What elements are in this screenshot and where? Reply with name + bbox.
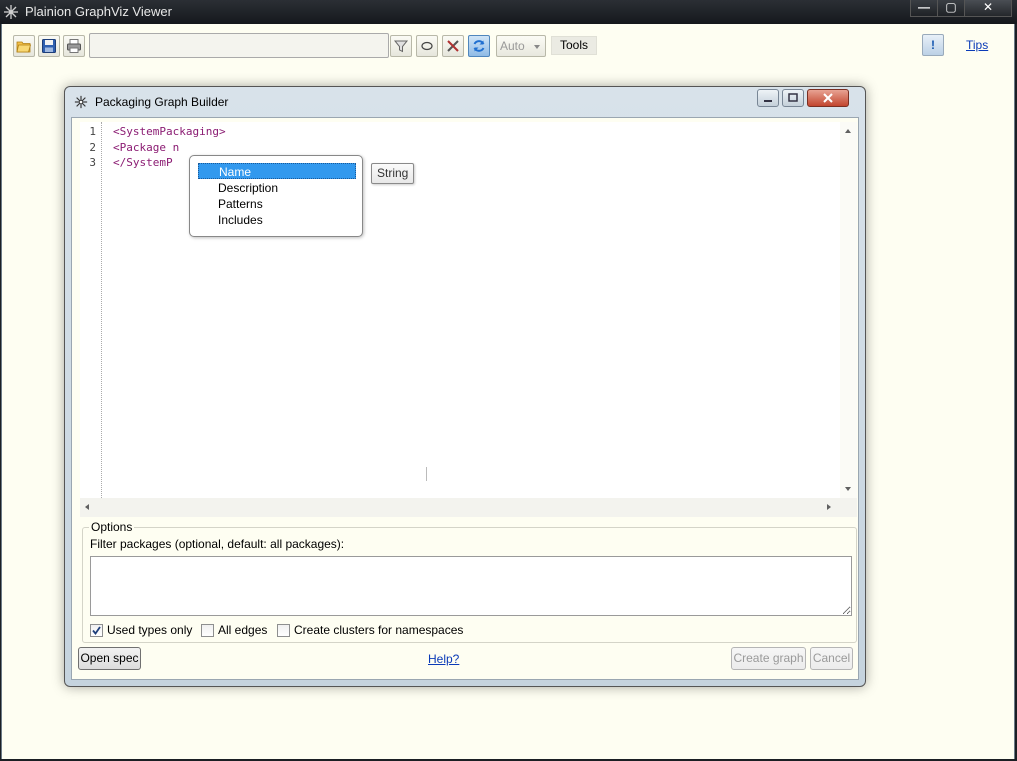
dialog-close-button[interactable] (807, 89, 849, 107)
filter-packages-label: Filter packages (optional, default: all … (90, 537, 345, 551)
save-button[interactable] (38, 35, 60, 57)
completion-item[interactable]: Patterns (198, 196, 356, 212)
tools-icon-button[interactable] (442, 35, 464, 57)
folder-open-icon (16, 41, 32, 53)
dialog-minimize-button[interactable] (757, 89, 779, 107)
filter-input[interactable] (89, 33, 389, 58)
wrench-icon (447, 40, 459, 52)
open-button[interactable] (13, 35, 35, 57)
clusters-button[interactable] (416, 35, 438, 57)
used-types-only-label: Used types only (107, 623, 193, 637)
checkmark-icon (92, 626, 101, 635)
code-line: <Package n (113, 141, 180, 154)
code-line: </SystemP (113, 156, 173, 169)
layout-select[interactable]: Auto (496, 35, 546, 57)
close-icon (823, 93, 833, 103)
scroll-up-icon[interactable] (845, 129, 851, 133)
maximize-icon: ▢ (945, 0, 957, 14)
layout-select-value: Auto (500, 39, 525, 53)
app-title: Plainion GraphViz Viewer (25, 4, 172, 19)
save-icon (42, 39, 56, 53)
minimize-button[interactable]: — (910, 0, 938, 17)
line-number-gutter: 1 2 3 (80, 122, 102, 498)
create-clusters-label: Create clusters for namespaces (294, 623, 464, 637)
tips-link[interactable]: Tips (966, 38, 988, 52)
ellipse-icon (421, 41, 433, 51)
completion-item[interactable]: Includes (198, 212, 356, 228)
dialog-client-area: 1 2 3 <SystemPackaging> <Package n </Sys… (71, 117, 859, 680)
refresh-button[interactable] (468, 35, 490, 57)
print-button[interactable] (63, 35, 85, 57)
filter-button[interactable] (390, 35, 412, 57)
line-number: 1 (89, 125, 96, 138)
refresh-icon (473, 40, 485, 52)
maximize-button[interactable]: ▢ (937, 0, 965, 17)
cancel-button[interactable]: Cancel (810, 647, 853, 670)
exclamation-icon: ! (931, 38, 935, 52)
spec-editor[interactable]: 1 2 3 <SystemPackaging> <Package n </Sys… (80, 122, 857, 517)
options-legend: Options (89, 520, 135, 534)
funnel-icon (393, 40, 409, 53)
main-titlebar: Plainion GraphViz Viewer — ▢ ✕ (0, 0, 1017, 24)
close-icon: ✕ (982, 0, 994, 14)
chevron-down-icon (534, 45, 540, 49)
used-types-only-checkbox[interactable] (90, 624, 103, 637)
line-number: 3 (89, 156, 96, 169)
dialog-maximize-button[interactable] (782, 89, 804, 107)
dialog-title: Packaging Graph Builder (95, 95, 229, 109)
scroll-left-icon[interactable] (85, 504, 89, 510)
app-icon (74, 95, 88, 109)
maximize-icon (788, 93, 798, 102)
close-button[interactable]: ✕ (964, 0, 1012, 17)
open-spec-button[interactable]: Open spec (78, 647, 141, 670)
scroll-down-icon[interactable] (845, 487, 851, 491)
type-hint-tooltip: String (371, 163, 415, 184)
filter-packages-input[interactable] (90, 556, 852, 616)
packaging-graph-builder-dialog: Packaging Graph Builder 1 2 3 <SystemPac… (64, 86, 866, 687)
create-clusters-checkbox[interactable] (277, 624, 290, 637)
app-icon (4, 5, 18, 19)
line-number: 2 (89, 141, 96, 154)
text-cursor-icon (426, 467, 427, 481)
options-group: Options Filter packages (optional, defau… (82, 520, 857, 643)
vertical-scrollbar[interactable] (840, 122, 857, 498)
completion-item[interactable]: Name (198, 163, 356, 179)
printer-icon (67, 39, 81, 53)
minimize-icon: — (918, 0, 930, 14)
info-button[interactable]: ! (922, 34, 944, 56)
completion-item[interactable]: Description (198, 180, 356, 196)
completion-popup: Name Description Patterns Includes (189, 155, 363, 237)
tools-menu-button[interactable]: Tools (551, 36, 597, 55)
help-link[interactable]: Help? (428, 652, 459, 666)
all-edges-label: All edges (218, 623, 268, 637)
create-graph-button[interactable]: Create graph (731, 647, 806, 670)
all-edges-checkbox[interactable] (201, 624, 214, 637)
minimize-icon (764, 100, 772, 102)
code-line: <SystemPackaging> (113, 125, 226, 138)
scroll-right-icon[interactable] (827, 504, 831, 510)
horizontal-scrollbar[interactable] (80, 498, 857, 517)
